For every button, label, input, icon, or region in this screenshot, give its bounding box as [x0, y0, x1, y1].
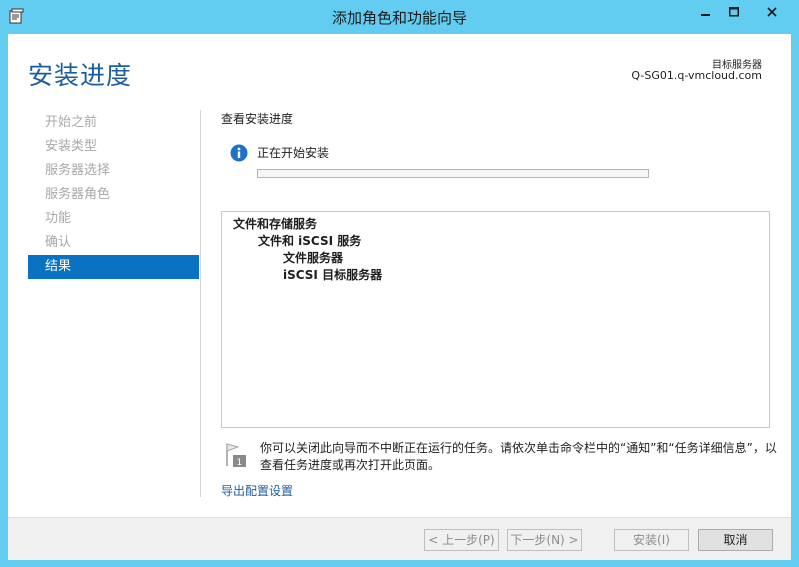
nav-item-results[interactable]: 结果 [28, 255, 199, 279]
target-server-name: Q-SG01.q-vmcloud.com [631, 69, 762, 82]
feature-list: 文件和存储服务 文件和 iSCSI 服务 文件服务器 iSCSI 目标服务器 [221, 211, 770, 428]
feature-item: 文件和存储服务 [233, 217, 318, 231]
section-heading: 查看安装进度 [221, 112, 294, 126]
minimize-button[interactable] [693, 1, 719, 22]
nav-item-server-roles[interactable]: 服务器角色 [28, 183, 199, 207]
previous-button[interactable]: < 上一步(P) [424, 529, 499, 551]
nav-item-before-you-begin[interactable]: 开始之前 [28, 111, 199, 135]
button-bar: < 上一步(P) 下一步(N) > 安装(I) 取消 [8, 517, 791, 560]
minimize-icon [701, 13, 710, 16]
maximize-button[interactable] [721, 1, 747, 22]
install-button[interactable]: 安装(I) [614, 529, 689, 551]
close-button[interactable] [749, 1, 795, 22]
cancel-button[interactable]: 取消 [698, 529, 773, 551]
page-title: 安装进度 [28, 61, 133, 90]
flag-notification-icon: 1 [224, 442, 248, 468]
install-status-text: 正在开始安装 [257, 146, 330, 160]
maximize-icon [729, 6, 739, 16]
wizard-body: 安装进度 目标服务器 Q-SG01.q-vmcloud.com 开始之前 安装类… [8, 34, 791, 560]
notice-text: 你可以关闭此向导而不中断正在运行的任务。请依次单击命令栏中的“通知”和“任务详细… [260, 441, 777, 472]
wizard-nav: 开始之前 安装类型 服务器选择 服务器角色 功能 确认 结果 [28, 111, 199, 279]
nav-item-installation-type[interactable]: 安装类型 [28, 135, 199, 159]
title-bar: 添加角色和功能向导 [0, 0, 799, 34]
svg-text:1: 1 [237, 458, 243, 468]
window-title: 添加角色和功能向导 [331, 9, 467, 27]
install-progress-bar [257, 169, 649, 178]
info-icon [230, 144, 248, 162]
export-config-link[interactable]: 导出配置设置 [221, 482, 293, 499]
feature-item: iSCSI 目标服务器 [283, 268, 383, 282]
nav-item-server-selection[interactable]: 服务器选择 [28, 159, 199, 183]
nav-item-confirmation[interactable]: 确认 [28, 231, 199, 255]
nav-item-features[interactable]: 功能 [28, 207, 199, 231]
next-button[interactable]: 下一步(N) > [507, 529, 582, 551]
nav-divider [200, 110, 201, 497]
close-icon [767, 6, 777, 17]
feature-item: 文件和 iSCSI 服务 [258, 234, 362, 248]
feature-item: 文件服务器 [283, 251, 344, 265]
